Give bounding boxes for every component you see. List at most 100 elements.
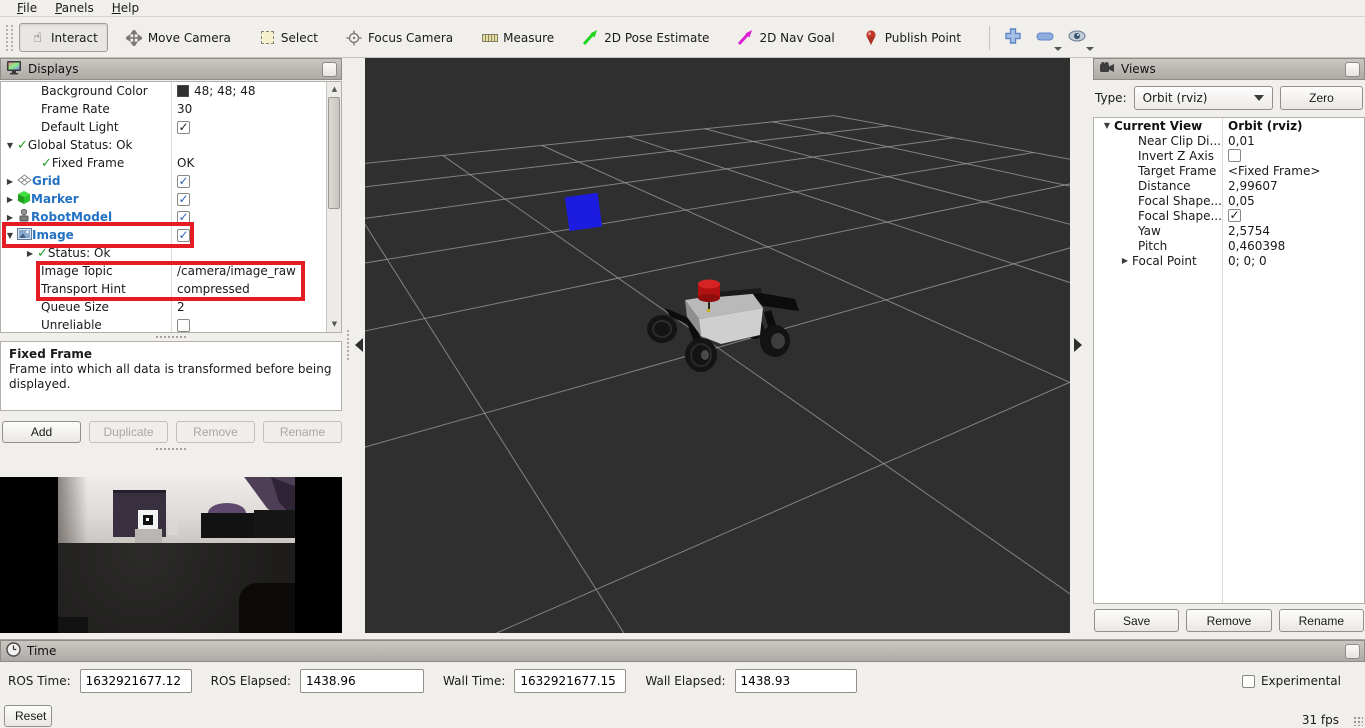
- expander-closed-icon[interactable]: ▶: [3, 177, 17, 186]
- property-value[interactable]: 0,01: [1228, 134, 1255, 148]
- property-value[interactable]: <Fixed Frame>: [1228, 164, 1320, 178]
- property-value[interactable]: [177, 319, 190, 332]
- property-value[interactable]: 0,460398: [1228, 239, 1285, 253]
- property-value[interactable]: ✓: [177, 229, 190, 242]
- ros-time-input[interactable]: [80, 669, 192, 693]
- menu-item-help[interactable]: Help: [103, 0, 148, 16]
- property-value[interactable]: OK: [177, 156, 194, 170]
- splitter-dots[interactable]: [347, 330, 349, 360]
- tool-2d-nav-goal[interactable]: 2D Nav Goal: [727, 23, 844, 52]
- display-row[interactable]: Default Light✓: [1, 118, 341, 136]
- zero-button[interactable]: Zero: [1280, 86, 1363, 110]
- panel-float-button[interactable]: [1345, 644, 1360, 659]
- expander-closed-icon[interactable]: ▶: [23, 249, 37, 258]
- display-row[interactable]: ✓Fixed FrameOK: [1, 154, 341, 172]
- views-row[interactable]: Yaw2,5754: [1094, 223, 1364, 238]
- views-row[interactable]: Focal Shape...✓: [1094, 208, 1364, 223]
- property-value[interactable]: Orbit (rviz): [1228, 119, 1303, 133]
- reset-button[interactable]: Reset: [4, 705, 52, 727]
- checkbox[interactable]: [1228, 149, 1241, 162]
- display-row[interactable]: Image Topic/camera/image_raw: [1, 262, 341, 280]
- property-value[interactable]: 0,05: [1228, 194, 1255, 208]
- checkbox[interactable]: ✓: [177, 229, 190, 242]
- rename-button[interactable]: Rename: [1279, 609, 1364, 632]
- display-row[interactable]: ▶RobotModel✓: [1, 208, 341, 226]
- collapse-right-panel-arrow[interactable]: [1074, 338, 1082, 352]
- display-row[interactable]: ▶Grid✓: [1, 172, 341, 190]
- chevron-down-icon[interactable]: [1054, 47, 1062, 51]
- menu-item-panels[interactable]: Panels: [46, 0, 103, 16]
- menu-item-file[interactable]: File: [8, 0, 46, 16]
- checkbox[interactable]: ✓: [177, 193, 190, 206]
- property-value[interactable]: 2,99607: [1228, 179, 1278, 193]
- display-row[interactable]: ▼Image✓: [1, 226, 341, 244]
- eye-tool-button[interactable]: [1064, 25, 1090, 51]
- tool-select[interactable]: Select: [249, 23, 328, 52]
- add-button[interactable]: Add: [2, 421, 81, 443]
- expander-closed-icon[interactable]: ▶: [3, 213, 17, 222]
- tool-focus-camera[interactable]: Focus Camera: [336, 23, 463, 52]
- property-value[interactable]: 30: [177, 102, 192, 116]
- property-value[interactable]: 2: [177, 300, 185, 314]
- toolbar-drag-handle[interactable]: [6, 25, 13, 51]
- checkbox[interactable]: [177, 319, 190, 332]
- experimental-checkbox[interactable]: [1242, 675, 1255, 688]
- property-value[interactable]: 48; 48; 48: [177, 84, 256, 98]
- plus-tool-button[interactable]: [1000, 25, 1026, 51]
- property-value[interactable]: ✓: [177, 193, 190, 206]
- expander-open-icon[interactable]: ▼: [3, 141, 17, 150]
- views-row[interactable]: Pitch0,460398: [1094, 238, 1364, 253]
- 3d-viewport[interactable]: [365, 58, 1070, 633]
- tool-measure[interactable]: Measure: [471, 23, 564, 52]
- resize-grip[interactable]: [1353, 716, 1363, 726]
- splitter-handle[interactable]: [0, 446, 342, 452]
- save-button[interactable]: Save: [1094, 609, 1179, 632]
- display-row[interactable]: Queue Size2: [1, 298, 341, 316]
- property-value[interactable]: ✓: [177, 121, 190, 134]
- display-row[interactable]: ▶Marker✓: [1, 190, 341, 208]
- property-value[interactable]: ✓: [177, 211, 190, 224]
- display-row[interactable]: ▶✓Status: Ok: [1, 244, 341, 262]
- expander-open-icon[interactable]: ▼: [1100, 121, 1114, 130]
- property-value[interactable]: 0; 0; 0: [1228, 254, 1267, 268]
- display-row[interactable]: Transport Hintcompressed: [1, 280, 341, 298]
- views-row[interactable]: Distance2,99607: [1094, 178, 1364, 193]
- expander-closed-icon[interactable]: ▶: [1118, 256, 1132, 265]
- collapse-left-panel-arrow[interactable]: [355, 338, 363, 352]
- display-row[interactable]: Unreliable: [1, 316, 341, 333]
- wall-time-input[interactable]: [514, 669, 626, 693]
- expander-closed-icon[interactable]: ▶: [3, 195, 17, 204]
- ros-elapsed-input[interactable]: [300, 669, 424, 693]
- chevron-down-icon[interactable]: [1086, 47, 1094, 51]
- property-value[interactable]: [1228, 149, 1241, 162]
- views-row[interactable]: ▼Current ViewOrbit (rviz): [1094, 118, 1364, 133]
- property-value[interactable]: ✓: [177, 175, 190, 188]
- views-row[interactable]: ▶Focal Point0; 0; 0: [1094, 253, 1364, 268]
- tool-move-camera[interactable]: Move Camera: [116, 23, 241, 52]
- display-row[interactable]: ▼✓Global Status: Ok: [1, 136, 341, 154]
- expander-open-icon[interactable]: ▼: [3, 231, 17, 240]
- tool-2d-pose-estimate[interactable]: 2D Pose Estimate: [572, 23, 719, 52]
- remove-button[interactable]: Remove: [1186, 609, 1271, 632]
- minus-tool-button[interactable]: [1032, 25, 1058, 51]
- tool-publish-point[interactable]: Publish Point: [853, 23, 971, 52]
- splitter-handle[interactable]: [0, 334, 342, 340]
- property-value[interactable]: compressed: [177, 282, 250, 296]
- views-row[interactable]: Invert Z Axis: [1094, 148, 1364, 163]
- checkbox[interactable]: ✓: [177, 211, 190, 224]
- checkbox[interactable]: ✓: [177, 121, 190, 134]
- panel-float-button[interactable]: [1345, 62, 1360, 77]
- property-value[interactable]: /camera/image_raw: [177, 264, 296, 278]
- checkbox[interactable]: ✓: [177, 175, 190, 188]
- views-row[interactable]: Focal Shape...0,05: [1094, 193, 1364, 208]
- display-row[interactable]: Frame Rate30: [1, 100, 341, 118]
- view-type-select[interactable]: Orbit (rviz): [1134, 86, 1273, 110]
- display-row[interactable]: Background Color48; 48; 48: [1, 82, 341, 100]
- tool-interact[interactable]: ☝Interact: [19, 23, 108, 52]
- wall-elapsed-input[interactable]: [735, 669, 857, 693]
- panel-float-button[interactable]: [322, 62, 337, 77]
- checkbox[interactable]: ✓: [1228, 209, 1241, 222]
- property-value[interactable]: ✓: [1228, 209, 1241, 222]
- property-value[interactable]: 2,5754: [1228, 224, 1270, 238]
- views-row[interactable]: Target Frame<Fixed Frame>: [1094, 163, 1364, 178]
